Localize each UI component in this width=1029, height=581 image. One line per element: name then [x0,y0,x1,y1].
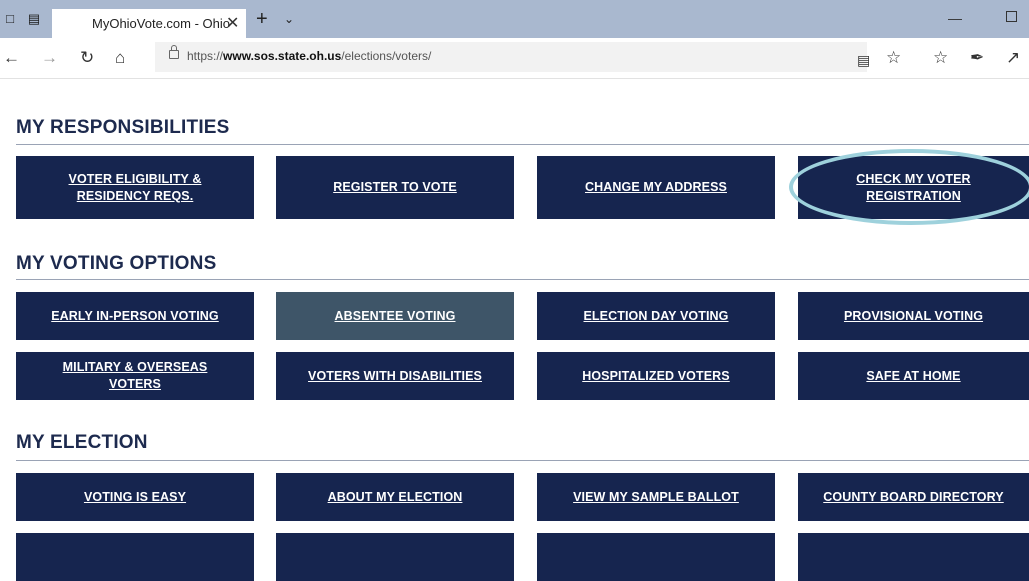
section-divider [16,279,1029,280]
military-overseas-button[interactable]: MILITARY & OVERSEAS VOTERS [16,352,254,400]
home-icon[interactable]: ⌂ [115,48,125,68]
register-to-vote-button[interactable]: REGISTER TO VOTE [276,156,514,219]
election-button-row2[interactable] [537,533,775,581]
provisional-voting-button[interactable]: PROVISIONAL VOTING [798,292,1029,340]
tab-title: MyOhioVote.com - Ohio [92,16,230,31]
voters-with-disabilities-button[interactable]: VOTERS WITH DISABILITIES [276,352,514,400]
refresh-icon[interactable]: ↻ [80,48,94,68]
url-text[interactable]: https://www.sos.state.oh.us/elections/vo… [187,49,431,63]
minimize-window-icon[interactable]: — [948,10,962,26]
browser-nav-bar: ← → ↻ ⌂ https://www.sos.state.oh.us/elec… [0,38,1029,79]
early-voting-button[interactable]: EARLY IN-PERSON VOTING [16,292,254,340]
lock-icon [169,45,179,59]
favorites-icon[interactable]: ☆ [933,48,948,68]
reading-view-icon[interactable]: ▤ [857,50,870,70]
browser-tab-bar: □ ▤ MyOhioVote.com - Ohio ✕ + ⌄ — [0,0,1029,38]
voter-eligibility-button[interactable]: VOTER ELIGIBILITY & RESIDENCY REQS. [16,156,254,219]
restore-window-icon[interactable] [1006,11,1017,22]
election-button-row2[interactable] [276,533,514,581]
set-aside-tabs-icon[interactable]: □ [2,11,18,27]
section-title-voting-options: MY VOTING OPTIONS [16,253,217,274]
county-board-directory-button[interactable]: COUNTY BOARD DIRECTORY [798,473,1029,521]
safe-at-home-button[interactable]: SAFE AT HOME [798,352,1029,400]
election-button-row2[interactable] [798,533,1029,581]
section-divider [16,460,1029,461]
change-address-button[interactable]: CHANGE MY ADDRESS [537,156,775,219]
section-divider [16,144,1029,145]
active-tab[interactable]: MyOhioVote.com - Ohio ✕ [52,9,246,38]
new-tab-button[interactable]: + [256,9,268,29]
about-my-election-button[interactable]: ABOUT MY ELECTION [276,473,514,521]
absentee-voting-button[interactable]: ABSENTEE VOTING [276,292,514,340]
check-registration-button[interactable]: CHECK MY VOTER REGISTRATION [798,156,1029,219]
close-tab-icon[interactable]: ✕ [226,13,239,33]
star-icon[interactable]: ☆ [886,48,901,68]
voting-is-easy-button[interactable]: VOTING IS EASY [16,473,254,521]
pen-icon[interactable]: ✒ [970,48,984,68]
back-arrow-icon[interactable]: ← [3,48,20,68]
tab-preview-icon[interactable]: ▤ [26,11,42,27]
sample-ballot-button[interactable]: VIEW MY SAMPLE BALLOT [537,473,775,521]
forward-arrow-icon[interactable]: → [41,48,58,68]
share-icon[interactable]: ↗ [1006,48,1020,68]
hospitalized-voters-button[interactable]: HOSPITALIZED VOTERS [537,352,775,400]
address-bar[interactable]: https://www.sos.state.oh.us/elections/vo… [155,42,867,72]
election-button-row2[interactable] [16,533,254,581]
chevron-down-icon[interactable]: ⌄ [284,12,294,26]
section-title-responsibilities: MY RESPONSIBILITIES [16,117,230,138]
section-title-election: MY ELECTION [16,432,148,453]
election-day-voting-button[interactable]: ELECTION DAY VOTING [537,292,775,340]
